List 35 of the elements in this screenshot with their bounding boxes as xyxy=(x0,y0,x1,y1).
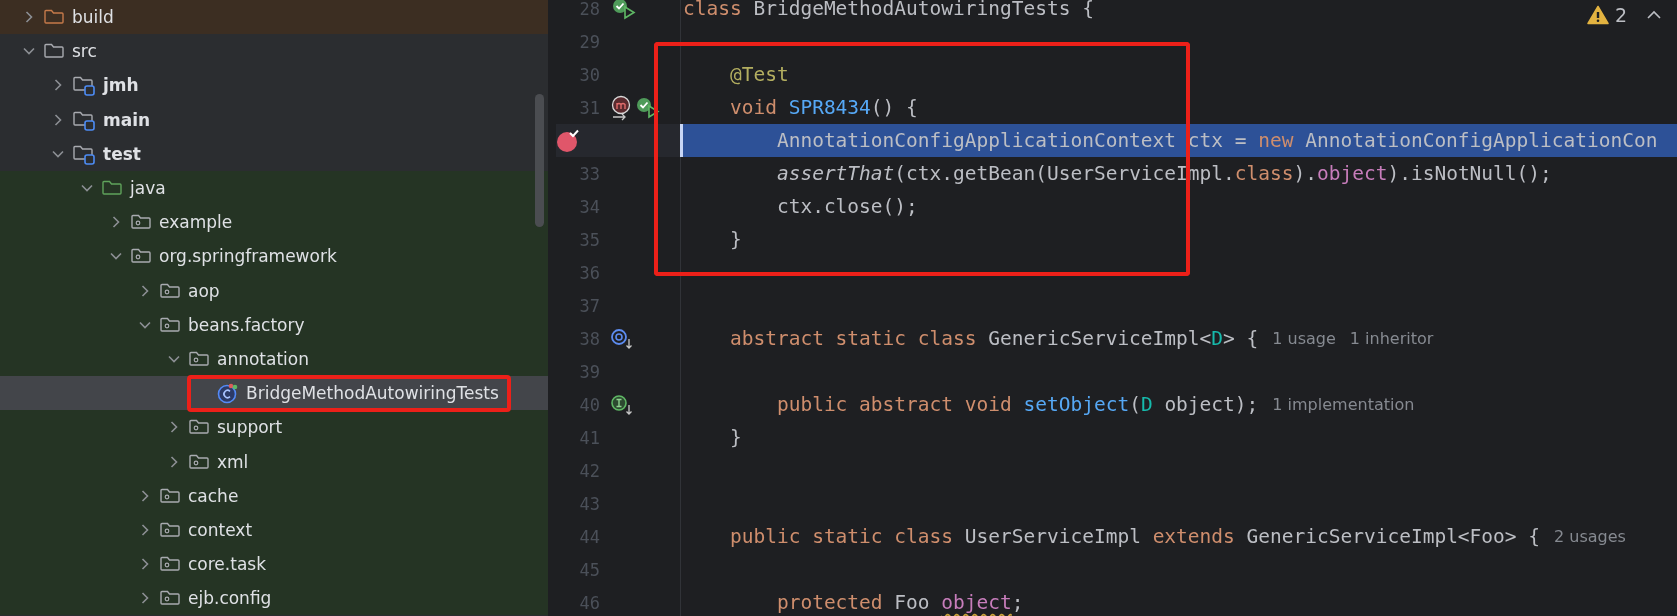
code-line: ctx.close(); xyxy=(775,195,918,218)
tree-item[interactable]: cache xyxy=(0,478,548,513)
code-line: void SPR8434() { xyxy=(728,96,918,119)
inlay-hint[interactable]: 1 implementation xyxy=(1272,395,1415,414)
code-line: @Test xyxy=(728,63,789,86)
inlay-hint[interactable]: 2 usages xyxy=(1554,527,1626,546)
tree-item[interactable]: ejb.config xyxy=(0,581,548,616)
tree-item[interactable]: build xyxy=(0,0,548,35)
code-line: abstract static class GenericServiceImpl<D> { xyxy=(728,327,1259,350)
tree-item[interactable]: BridgeMethodAutowiringTests xyxy=(0,376,548,411)
code-line: } xyxy=(728,426,742,449)
class-icon xyxy=(217,382,239,405)
code-line: class BridgeMethodAutowiringTests { xyxy=(682,0,1094,20)
circle-arrow-icon[interactable] xyxy=(610,326,634,351)
scrollbar[interactable] xyxy=(535,94,544,227)
tree-item[interactable]: annotation xyxy=(0,341,548,377)
tree-item[interactable]: context xyxy=(0,512,548,547)
code-line: } xyxy=(728,228,742,251)
code-line: public abstract void setObject(D object); xyxy=(775,393,1259,416)
tree-item[interactable]: aop xyxy=(0,273,548,308)
inlay-hint[interactable]: 1 usage xyxy=(1272,329,1336,348)
tree-item[interactable]: core.task xyxy=(0,547,548,582)
tree-item[interactable]: xml xyxy=(0,444,548,479)
tree-item[interactable]: example xyxy=(0,205,548,240)
interface-arrow-icon[interactable] xyxy=(610,392,634,417)
warning-count[interactable]: 2 xyxy=(1614,4,1627,26)
code-line: public static class UserServiceImpl extends GenericServiceImpl<Foo> { xyxy=(728,525,1541,548)
tree-item[interactable]: support xyxy=(0,410,548,445)
code-line: protected Foo object; xyxy=(775,591,1024,614)
inlay-hint[interactable]: 1 inheritor xyxy=(1349,329,1434,348)
code-line: AnnotationConfigApplicationContext ctx = new AnnotationConfigApplicationCon xyxy=(775,129,1658,152)
tree-item[interactable]: java xyxy=(0,170,548,206)
tree-item[interactable]: org.springframework xyxy=(0,239,548,274)
module-folder-icon xyxy=(72,74,96,97)
tree-item[interactable]: beans.factory xyxy=(0,307,548,342)
